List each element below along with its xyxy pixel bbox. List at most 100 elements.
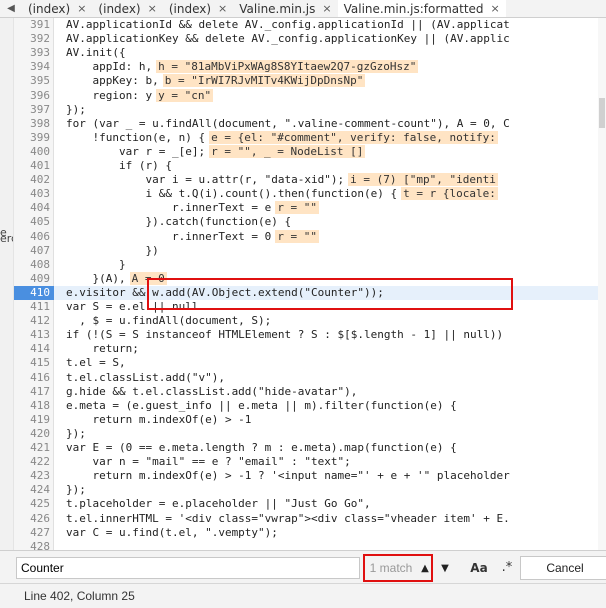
code-line[interactable]: 423 return m.indexOf(e) > -1 ? '<input n… (14, 469, 606, 483)
code-content: appId: h, (66, 60, 153, 74)
line-number[interactable]: 416 (14, 371, 50, 385)
code-line[interactable]: 428 (14, 540, 606, 550)
code-line[interactable]: 392 AV.applicationKey && delete AV._confi… (14, 32, 606, 46)
cursor-position: Line 402, Column 25 (24, 589, 135, 603)
code-line[interactable]: 409 }(A), A = 0 (14, 271, 606, 286)
code-line[interactable]: 413 if (!(S = S instanceof HTMLElement ? … (14, 328, 606, 342)
code-line[interactable]: 403 i && t.Q(i).count().then(function(e)… (14, 187, 606, 201)
line-number[interactable]: 420 (14, 427, 50, 441)
tab-index-3[interactable]: (index) × (163, 0, 233, 17)
line-number[interactable]: 409 (14, 272, 50, 286)
cancel-button[interactable]: Cancel (520, 556, 606, 580)
code-line[interactable]: 395 appKey: b, b = "IrWI7RJvMITv4KWijDpDn… (14, 74, 606, 88)
line-number[interactable]: 427 (14, 526, 50, 540)
tab-valine-min-js[interactable]: Valine.min.js × (233, 0, 337, 17)
line-number[interactable]: 428 (14, 540, 50, 550)
line-number[interactable]: 391 (14, 18, 50, 32)
code-line-current[interactable]: 410 e.visitor && w.add(AV.Object.extend("… (0, 285, 606, 300)
close-icon[interactable]: × (491, 2, 500, 15)
code-line[interactable]: 419 return m.indexOf(e) > -1 (14, 413, 606, 427)
line-number[interactable]: 418 (14, 399, 50, 413)
line-number[interactable]: 426 (14, 512, 50, 526)
line-number[interactable]: 414 (14, 342, 50, 356)
line-number[interactable]: 415 (14, 356, 50, 370)
scrollbar-thumb[interactable] (599, 98, 605, 128)
line-number[interactable]: 398 (14, 117, 50, 131)
line-number[interactable]: 392 (14, 32, 50, 46)
code-line[interactable]: 397}); (14, 103, 606, 117)
tab-index-1[interactable]: (index) × (22, 0, 92, 17)
line-number[interactable]: 411 (14, 300, 50, 314)
line-number[interactable]: 423 (14, 469, 50, 483)
close-icon[interactable]: × (148, 2, 157, 15)
close-icon[interactable]: × (322, 2, 331, 15)
code-line[interactable]: 398 for (var _ = u.findAll(document, ".va… (14, 117, 606, 131)
line-number[interactable]: 422 (14, 455, 50, 469)
line-number[interactable]: 403 (14, 187, 50, 201)
code-line[interactable]: 414 return; (14, 342, 606, 356)
code-line[interactable]: 400 var r = _[e]; r = "", _ = NodeList [] (14, 144, 606, 159)
tab-overflow-icon[interactable]: ◀ (0, 0, 22, 17)
line-number[interactable]: 395 (14, 74, 50, 88)
code-line[interactable]: 393 AV.init({ (14, 46, 606, 60)
code-line[interactable]: 416 t.el.classList.add("v"), (14, 371, 606, 385)
code-line[interactable]: 422 var n = "mail" == e ? "email" : "tex… (14, 455, 606, 469)
code-line[interactable]: 406 r.innerText = 0r = "" (14, 229, 606, 244)
code-line[interactable]: 427 var C = u.find(t.el, ".vempty"); (14, 526, 606, 540)
code-line[interactable]: 401 if (r) { (14, 159, 606, 173)
code-line[interactable]: 402 var i = u.attr(r, "data-xid"); i = (7… (14, 173, 606, 187)
line-number[interactable]: 399 (14, 131, 50, 145)
match-case-button[interactable]: Aa (468, 557, 490, 579)
code-line[interactable]: 426 t.el.innerHTML = '<div class="vwrap">… (14, 512, 606, 526)
line-number[interactable]: 401 (14, 159, 50, 173)
line-number[interactable]: 407 (14, 244, 50, 258)
code-text: }(A), A = 0 (66, 271, 167, 286)
code-line[interactable]: 404 r.innerText = er = "" (14, 201, 606, 215)
line-number[interactable]: 406 (14, 230, 50, 244)
next-match-button[interactable]: ▼ (436, 557, 454, 579)
regex-button[interactable]: .* (496, 557, 518, 579)
code-line[interactable]: 411 var S = e.el || null (14, 300, 606, 314)
code-line[interactable]: 396 region: yy = "cn" (14, 88, 606, 103)
line-number[interactable]: 413 (14, 328, 50, 342)
code-line[interactable]: 415 t.el = S, (14, 356, 606, 370)
line-number[interactable]: 408 (14, 258, 50, 272)
line-number[interactable]: 402 (14, 173, 50, 187)
close-icon[interactable]: × (77, 2, 86, 15)
code-line[interactable]: 394 appId: h, h = "81aMbViPxWAg8S8YItaew2… (14, 60, 606, 74)
code-line[interactable]: 425 t.placeholder = e.placeholder || "Jus… (14, 497, 606, 511)
tab-valine-min-js-formatted[interactable]: Valine.min.js:formatted × (337, 0, 506, 17)
code-line[interactable]: 391 AV.applicationId && delete AV._config… (14, 18, 606, 32)
line-number[interactable]: 400 (14, 145, 50, 159)
line-number[interactable]: 424 (14, 483, 50, 497)
code-area[interactable]: 391 AV.applicationId && delete AV._config… (0, 18, 606, 550)
close-icon[interactable]: × (218, 2, 227, 15)
code-text: var C = u.find(t.el, ".vempty"); (66, 526, 278, 540)
code-editor[interactable]: e erc 391 AV.applicationId && delete AV._… (0, 18, 606, 550)
code-line[interactable]: 408 } (14, 258, 606, 272)
line-number[interactable]: 412 (14, 314, 50, 328)
line-number[interactable]: 404 (14, 201, 50, 215)
code-line[interactable]: 418 e.meta = (e.guest_info || e.meta || m… (14, 399, 606, 413)
code-line[interactable]: 407 }) (14, 244, 606, 258)
tab-index-2[interactable]: (index) × (92, 0, 162, 17)
line-number[interactable]: 421 (14, 441, 50, 455)
code-line[interactable]: 417 g.hide && t.el.classList.add("hide-av… (14, 385, 606, 399)
line-number[interactable]: 394 (14, 60, 50, 74)
code-line[interactable]: 420}); (14, 427, 606, 441)
line-number[interactable]: 405 (14, 215, 50, 229)
line-number[interactable]: 419 (14, 413, 50, 427)
line-number[interactable]: 396 (14, 89, 50, 103)
tab-label: (index) (98, 1, 141, 16)
line-number[interactable]: 397 (14, 103, 50, 117)
code-line[interactable]: 424}); (14, 483, 606, 497)
line-number[interactable]: 425 (14, 497, 50, 511)
code-line[interactable]: 405 }).catch(function(e) { (14, 215, 606, 229)
line-number[interactable]: 393 (14, 46, 50, 60)
code-line[interactable]: 399 !function(e, n) {e = {el: "#comment"… (14, 130, 606, 145)
vertical-scrollbar[interactable] (598, 18, 606, 550)
search-input[interactable] (16, 557, 360, 579)
line-number[interactable]: 417 (14, 385, 50, 399)
code-line[interactable]: 421 var E = (0 == e.meta.length ? m : e.m… (14, 441, 606, 455)
code-line[interactable]: 412 , $ = u.findAll(document, S); (14, 314, 606, 328)
